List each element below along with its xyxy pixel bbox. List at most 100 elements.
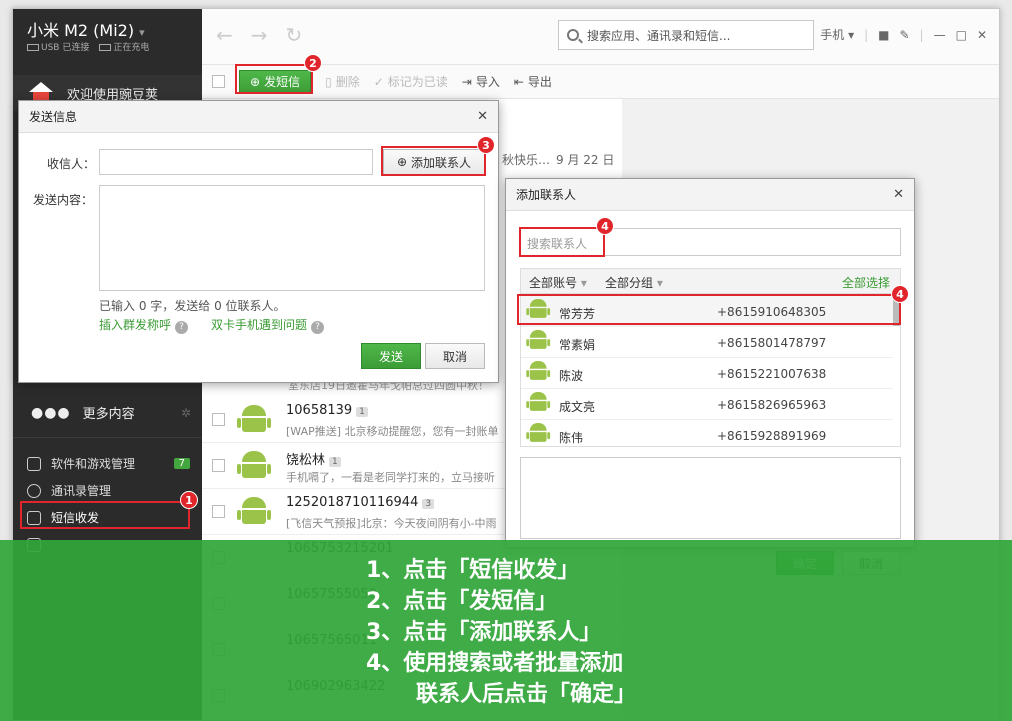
toolbar: ⊕ 发短信 ▯ 删除 ✓ 标记为已读 ⇥ 导入 ⇤ 导出 [202, 65, 999, 99]
contact-phone: +8615928891969 [717, 429, 827, 443]
android-avatar-icon [526, 330, 551, 350]
contact-filter-bar: 全部账号 ▾ 全部分组 ▾ 全部选择 [520, 268, 901, 294]
row-checkbox[interactable] [212, 413, 225, 426]
delete-button[interactable]: ▯ 删除 [325, 73, 360, 90]
android-avatar-icon [526, 423, 551, 443]
nav-buttons: ← → ↻ [216, 23, 302, 47]
device-status: USB 已连接 正在充电 [27, 40, 149, 53]
export-button[interactable]: ⇤ 导出 [514, 73, 552, 90]
search-icon [567, 29, 579, 41]
phone-dropdown[interactable]: 手机 ▾ [820, 26, 854, 43]
cube-icon [27, 456, 41, 471]
charge-status: 正在充电 [113, 43, 150, 53]
contact-name: 常素娟 [559, 338, 596, 352]
message-date: 9 月 22 日 [556, 153, 615, 167]
close-icon[interactable]: ✕ [477, 109, 488, 124]
sidebar-item-label: 软件和游戏管理 [51, 457, 136, 471]
import-icon: ⇥ [461, 74, 472, 89]
sender-name: 10658139 [286, 403, 353, 418]
mark-read-button[interactable]: ✓ 标记为已读 [374, 73, 448, 90]
contact-name: 陈伟 [559, 431, 584, 445]
gear-icon[interactable]: ✲ [181, 406, 191, 420]
highlight-search-contact [519, 227, 605, 257]
instruction-line: 联系人后点击「确定」 [416, 682, 637, 707]
sidebar-item-apps[interactable]: 软件和游戏管理 7 [13, 450, 202, 477]
divider: | [864, 27, 869, 42]
cancel-button[interactable]: 取消 [425, 343, 485, 369]
divider: | [919, 27, 924, 42]
wrench-icon[interactable]: ✎ [899, 28, 909, 42]
send-message-dialog: 发送信息 ✕ 收信人： ⊕ 添加联系人 发送内容： 已输入 0 字，发送给 0 位联… [18, 100, 499, 383]
android-avatar-icon [237, 497, 271, 525]
instruction-line: 4、使用搜索或者批量添加 [366, 651, 624, 676]
window-controls: 手机 ▾ | ■ ✎ | — □ ✕ [820, 26, 987, 43]
group-filter[interactable]: 全部分组 ▾ [605, 274, 663, 291]
contact-row[interactable]: 常素娟 +8615801478797 [521, 327, 893, 358]
message-textarea[interactable] [99, 185, 485, 291]
content-label: 发送内容： [33, 193, 94, 207]
account-filter[interactable]: 全部账号 ▾ [529, 274, 587, 291]
contact-name: 成文亮 [559, 400, 596, 414]
contact-row[interactable]: 成文亮 +8615826965963 [521, 389, 893, 420]
message-count: 3 [422, 499, 435, 509]
message-preview: 手机嗝了，一看是老同学打来的，立马接听 [286, 471, 495, 484]
row-checkbox[interactable] [212, 459, 225, 472]
message-preview: [WAP推送] 北京移动提醒您，您有一封账单 [286, 425, 499, 438]
device-title[interactable]: 小米 M2 (Mi2) ▾ [27, 17, 145, 41]
sender-name: 1252018710116944 [286, 495, 419, 510]
message-count: 1 [356, 407, 368, 417]
android-avatar-icon [526, 361, 551, 381]
recipient-label: 收信人： [47, 157, 96, 171]
sidebar-divider [13, 437, 202, 438]
sidebar-item-contacts[interactable]: 通讯录管理 [13, 477, 202, 504]
refresh-icon[interactable]: ↻ [286, 23, 303, 47]
help-icon[interactable]: ? [175, 321, 189, 334]
contact-row[interactable]: 陈波 +8615221007638 [521, 358, 893, 389]
back-arrow-icon[interactable]: ← [216, 23, 233, 47]
close-icon[interactable]: ✕ [977, 28, 987, 42]
message-count: 1 [329, 457, 341, 467]
send-button[interactable]: 发送 [361, 343, 421, 369]
message-preview: [飞信天气预报]北京：今天夜间阴有小-中雨 [286, 517, 497, 530]
highlight-add-contact [381, 146, 486, 176]
minimize-icon[interactable]: — [934, 28, 946, 42]
highlight-contact-row [517, 294, 901, 325]
contact-row[interactable]: 陈伟 +8615928891969 [521, 420, 893, 446]
close-icon[interactable]: ✕ [893, 187, 904, 202]
android-avatar-icon [526, 392, 551, 412]
dual-sim-link[interactable]: 双卡手机遇到问题? [211, 316, 325, 334]
maximize-icon[interactable]: □ [956, 28, 967, 42]
instruction-line: 3、点击「添加联系人」 [366, 620, 602, 645]
step-marker-2: 2 [304, 54, 322, 72]
person-icon [27, 483, 41, 498]
highlight-send-sms [235, 64, 313, 94]
selected-contacts-box [520, 457, 901, 539]
recipient-input[interactable] [99, 149, 373, 175]
contact-name: 陈波 [559, 369, 584, 383]
check-icon: ✓ [373, 74, 384, 89]
help-icon[interactable]: ? [311, 321, 325, 334]
battery-icon [99, 44, 112, 51]
sender-name: 饶松林 [286, 453, 326, 468]
dialog-title: 发送信息 [29, 110, 78, 124]
step-marker-4: 4 [596, 217, 614, 235]
select-all-checkbox[interactable] [212, 75, 225, 88]
insert-salutation-link[interactable]: 插入群发称呼? [99, 316, 189, 334]
contact-phone: +8615826965963 [717, 398, 827, 412]
row-checkbox[interactable] [212, 505, 225, 518]
instruction-line: 2、点击「发短信」 [366, 589, 558, 614]
sidebar-item-more[interactable]: ●●● 更多内容 ✲ [31, 403, 191, 423]
search-input[interactable]: 搜索应用、通讯录和短信... [558, 20, 814, 50]
export-icon: ⇤ [513, 74, 524, 89]
search-placeholder: 搜索应用、通讯录和短信... [587, 28, 731, 43]
select-all-link[interactable]: 全部选择 [842, 274, 890, 291]
import-button[interactable]: ⇥ 导入 [462, 73, 500, 90]
forward-arrow-icon[interactable]: → [251, 23, 268, 47]
sidebar-item-label: 更多内容 [82, 407, 135, 422]
apps-count-badge: 7 [173, 458, 190, 469]
usb-icon [27, 44, 39, 51]
instruction-overlay: 1、点击「短信收发」 2、点击「发短信」 3、点击「添加联系人」 4、使用搜索或… [0, 540, 1012, 721]
usb-status: USB 已连接 [41, 43, 90, 53]
sidebar-item-label: 通讯录管理 [51, 484, 112, 498]
message-icon[interactable]: ■ [878, 28, 889, 42]
